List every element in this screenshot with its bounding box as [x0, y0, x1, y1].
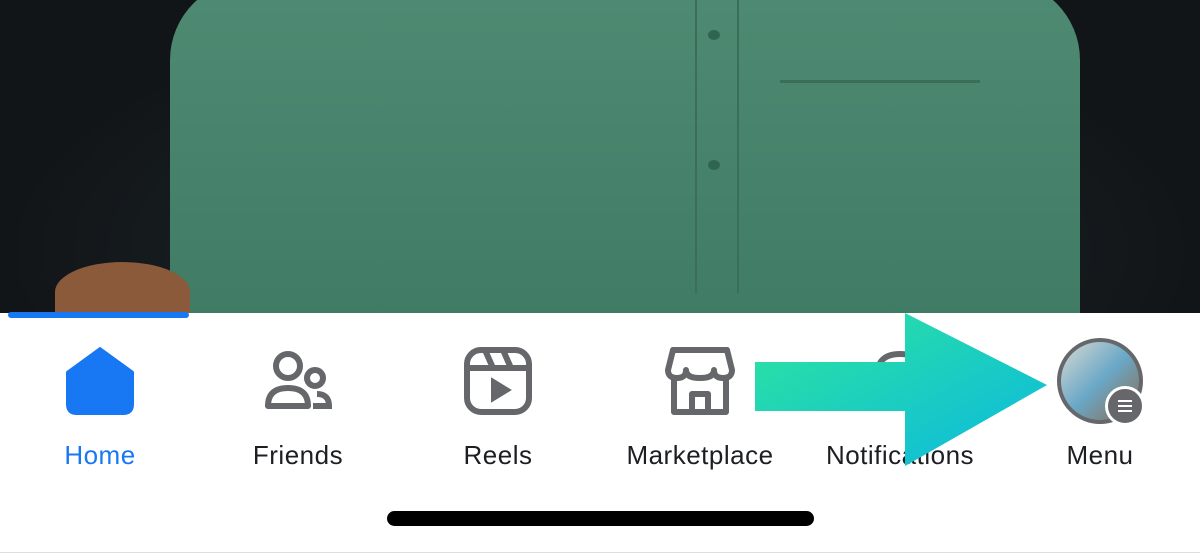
tab-label: Friends	[252, 440, 344, 470]
video-player[interactable]	[0, 0, 1200, 313]
tab-friends[interactable]: Friends	[198, 318, 398, 478]
home-indicator[interactable]	[387, 511, 814, 526]
menu-icon	[1105, 386, 1145, 426]
tab-reels[interactable]: Reels	[398, 318, 598, 478]
tab-label: Reels	[463, 440, 533, 470]
friends-icon	[265, 351, 333, 409]
annotation-arrow-icon	[755, 313, 1047, 466]
tab-label: Home	[64, 440, 136, 470]
tab-home[interactable]: Home	[0, 318, 200, 478]
marketplace-icon	[665, 347, 735, 415]
video-frame-hand	[55, 262, 190, 313]
reels-icon	[464, 347, 532, 415]
video-frame-shirt	[170, 0, 1080, 313]
home-icon	[66, 347, 134, 415]
